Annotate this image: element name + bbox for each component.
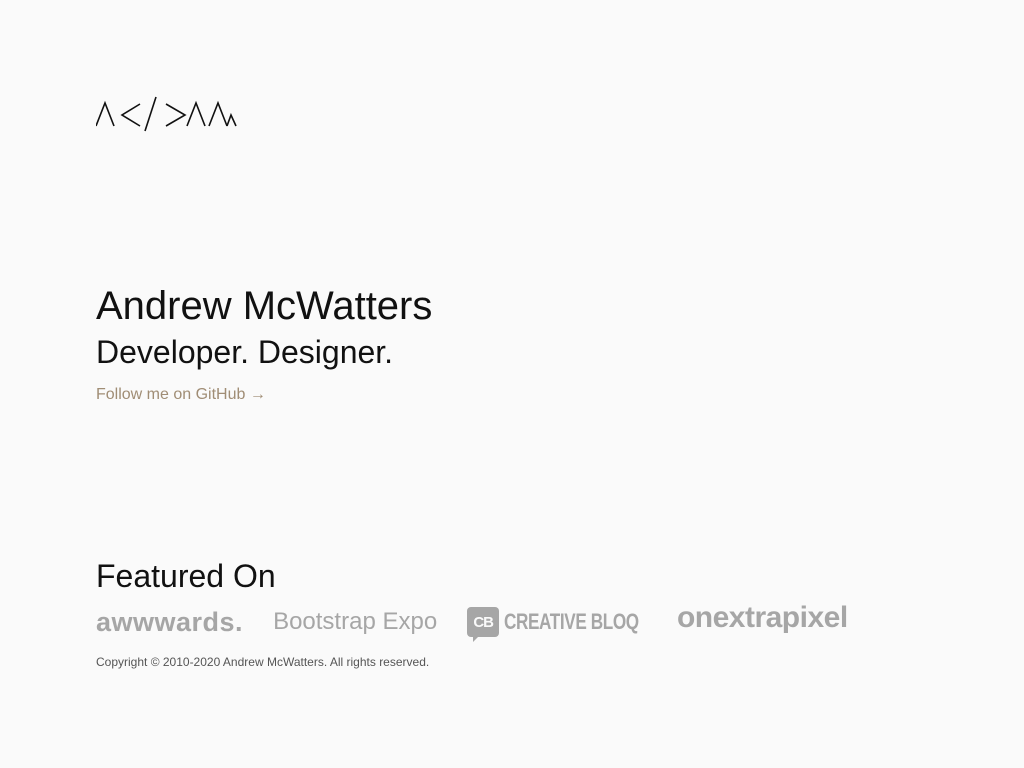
hero-tagline: Developer. Designer. — [96, 334, 394, 370]
page: Andrew McWatters Developer. Designer. Fo… — [0, 0, 1024, 768]
onextrapixel-logo[interactable]: onextrapixel — [677, 601, 848, 635]
copyright-text: Copyright © 2010-2020 Andrew McWatters. … — [96, 655, 430, 669]
featured-title: Featured On — [96, 558, 276, 594]
acdm-logo-icon — [95, 96, 237, 132]
site-logo[interactable] — [95, 95, 240, 135]
hero-section: Andrew McWatters Developer. Designer. Fo… — [96, 283, 432, 405]
hero-name: Andrew McWatters — [96, 284, 433, 328]
awwwards-logo[interactable]: awwwards. — [96, 607, 243, 638]
bootstrap-expo-logo[interactable]: Bootstrap Expo — [273, 608, 437, 636]
featured-logos: awwwards. Bootstrap Expo CB CREATIVE BLO… — [96, 600, 936, 644]
github-link[interactable]: Follow me on GitHub → — [96, 385, 266, 405]
creative-bloq-badge-icon: CB — [467, 607, 500, 642]
creative-bloq-label: CREATIVE BLOQ — [504, 609, 639, 634]
creative-bloq-logo[interactable]: CB CREATIVE BLOQ — [467, 607, 647, 642]
featured-section: Featured On awwwards. Bootstrap Expo CB … — [96, 556, 936, 670]
